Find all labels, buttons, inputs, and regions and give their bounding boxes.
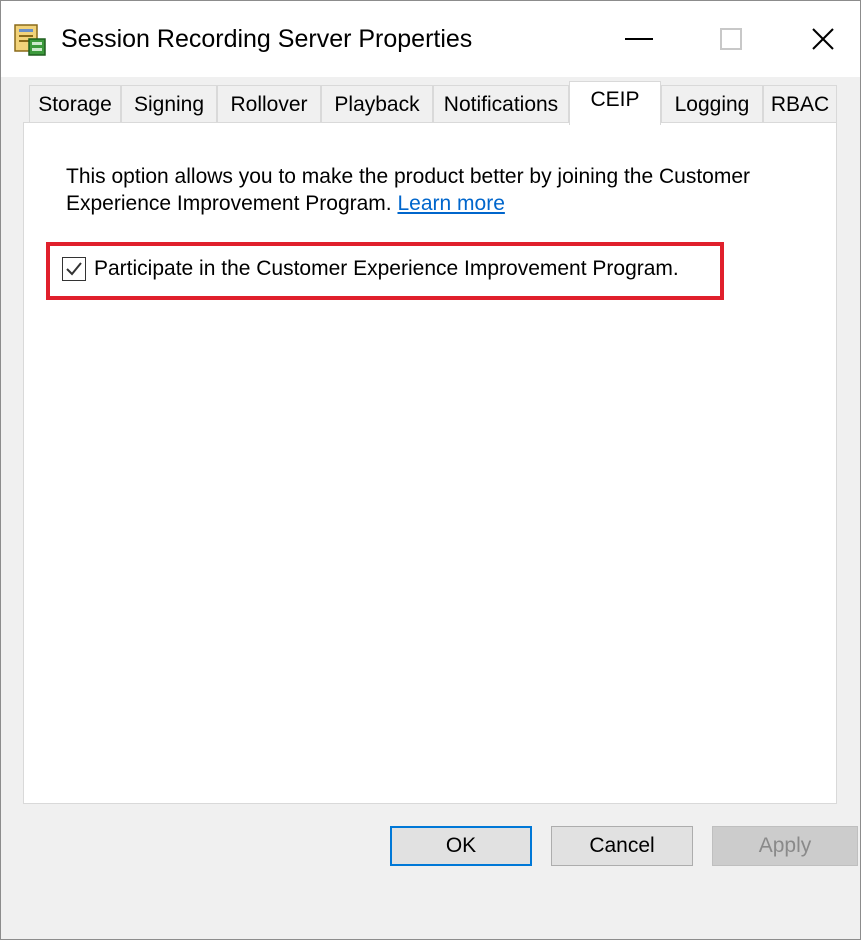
window-title: Session Recording Server Properties [61, 25, 473, 53]
ceip-description: This option allows you to make the produ… [66, 163, 826, 217]
cancel-button[interactable]: Cancel [551, 826, 693, 866]
learn-more-link[interactable]: Learn more [397, 192, 504, 215]
tab-strip: Storage Signing Rollover Playback Notifi… [29, 81, 837, 125]
ceip-tab-panel: This option allows you to make the produ… [23, 122, 837, 804]
minimize-button[interactable] [593, 1, 685, 77]
tab-playback[interactable]: Playback [321, 85, 433, 123]
tab-ceip[interactable]: CEIP [569, 81, 661, 125]
server-properties-icon [14, 24, 46, 56]
maximize-icon [720, 28, 742, 50]
minimize-icon [625, 38, 653, 40]
close-icon [812, 28, 834, 50]
ceip-checkbox[interactable] [62, 257, 86, 281]
tab-rbac[interactable]: RBAC [763, 85, 837, 123]
tab-logging[interactable]: Logging [661, 85, 763, 123]
properties-dialog: Session Recording Server Properties Stor… [0, 0, 861, 940]
tab-notifications[interactable]: Notifications [433, 85, 569, 123]
tab-rollover[interactable]: Rollover [217, 85, 321, 123]
tab-signing[interactable]: Signing [121, 85, 217, 123]
apply-button[interactable]: Apply [712, 826, 858, 866]
close-button[interactable] [777, 1, 861, 77]
ok-button[interactable]: OK [390, 826, 532, 866]
title-bar[interactable]: Session Recording Server Properties [1, 1, 860, 77]
ceip-checkbox-row[interactable]: Participate in the Customer Experience I… [62, 257, 679, 281]
tab-storage[interactable]: Storage [29, 85, 121, 123]
ceip-checkbox-label[interactable]: Participate in the Customer Experience I… [94, 257, 679, 281]
checkmark-icon [66, 262, 82, 276]
maximize-button[interactable] [685, 1, 777, 77]
